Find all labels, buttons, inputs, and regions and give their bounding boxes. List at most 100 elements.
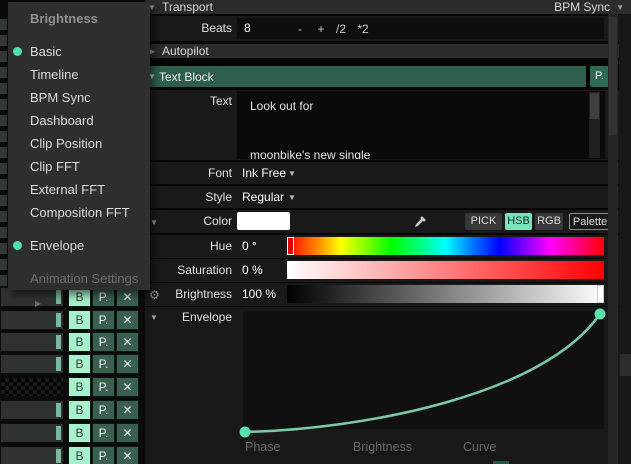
param-clear-button[interactable]: ✕ bbox=[116, 423, 139, 443]
color-row: ▼ Color PICK HSB RGB Palette bbox=[145, 210, 631, 233]
param-clear-button[interactable]: ✕ bbox=[116, 354, 139, 374]
beat-snap-button[interactable]: B bbox=[68, 354, 91, 374]
param-clear-button[interactable]: ✕ bbox=[116, 287, 139, 307]
background-row-strip bbox=[0, 67, 7, 78]
background-row-strip bbox=[0, 35, 7, 46]
brightness-slider[interactable] bbox=[287, 285, 604, 303]
param-slider-handle[interactable] bbox=[56, 335, 61, 349]
background-row-strip bbox=[0, 243, 7, 254]
hue-label: Hue bbox=[145, 235, 232, 258]
background-row-strip bbox=[0, 275, 7, 286]
param-clear-button[interactable]: ✕ bbox=[116, 377, 139, 397]
text-scrollbar-thumb[interactable] bbox=[590, 93, 599, 119]
submenu-arrow-icon: ▶ bbox=[35, 299, 41, 308]
menu-item-label: Dashboard bbox=[30, 113, 94, 128]
background-row-strip bbox=[0, 227, 7, 238]
param-clear-button[interactable]: ✕ bbox=[116, 400, 139, 420]
hue-slider-handle[interactable] bbox=[287, 237, 294, 255]
beat-snap-button[interactable]: B bbox=[68, 287, 91, 307]
param-slider-handle[interactable] bbox=[56, 357, 61, 371]
text-block-param-badge[interactable]: P. bbox=[590, 66, 609, 87]
param-value-slider[interactable] bbox=[0, 446, 64, 464]
beat-snap-button[interactable]: B bbox=[68, 446, 91, 464]
beat-snap-button[interactable]: B bbox=[68, 423, 91, 443]
color-swatch[interactable] bbox=[237, 212, 290, 230]
autopilot-header[interactable]: ▶ Autopilot bbox=[145, 44, 631, 58]
param-slider-handle[interactable] bbox=[56, 426, 61, 440]
param-value-slider[interactable] bbox=[0, 332, 64, 352]
color-mode-palette-button[interactable]: Palette bbox=[569, 213, 611, 230]
param-slider-handle[interactable] bbox=[56, 403, 61, 417]
param-value-slider[interactable] bbox=[0, 377, 64, 397]
beats-value-field[interactable]: 8 - + /2 *2 bbox=[237, 18, 604, 39]
brightness-slider-handle[interactable] bbox=[597, 285, 604, 303]
font-value[interactable]: Ink Free bbox=[242, 162, 286, 184]
param-clear-button[interactable]: ✕ bbox=[116, 310, 139, 330]
menu-item-composition-fft[interactable]: Composition FFT bbox=[8, 201, 150, 224]
menu-item-clip-position[interactable]: Clip Position bbox=[8, 132, 150, 155]
panel-scrollbar-thumb[interactable] bbox=[609, 17, 617, 135]
saturation-label: Saturation bbox=[145, 259, 232, 282]
color-mode-pick-button[interactable]: PICK bbox=[465, 213, 502, 230]
chevron-down-icon[interactable]: ▼ bbox=[288, 193, 296, 202]
param-value-slider[interactable] bbox=[0, 354, 64, 374]
param-animation-button[interactable]: P. bbox=[92, 354, 115, 374]
beat-snap-button[interactable]: B bbox=[68, 377, 91, 397]
text-scrollbar[interactable] bbox=[589, 92, 600, 158]
param-row: B P. ✕ bbox=[0, 400, 140, 420]
param-animation-button[interactable]: P. bbox=[92, 287, 115, 307]
context-menu-title: Brightness bbox=[8, 2, 150, 40]
sync-mode-value: BPM Sync bbox=[554, 0, 610, 14]
beat-snap-button[interactable]: B bbox=[68, 310, 91, 330]
text-block-header[interactable]: ▼ Text Block bbox=[145, 66, 586, 87]
transport-sync-dropdown[interactable]: BPM Sync ▼ bbox=[554, 0, 631, 14]
transport-header[interactable]: ▼ Transport BPM Sync ▼ bbox=[145, 0, 631, 14]
background-row-strip bbox=[0, 195, 7, 206]
menu-separator bbox=[8, 224, 150, 234]
beat-snap-button[interactable]: B bbox=[68, 332, 91, 352]
beats-half-button[interactable]: /2 bbox=[331, 18, 351, 39]
param-clear-button[interactable]: ✕ bbox=[116, 332, 139, 352]
style-value[interactable]: Regular bbox=[242, 186, 284, 208]
chevron-down-icon[interactable]: ▼ bbox=[288, 169, 296, 178]
menu-item-timeline[interactable]: Timeline bbox=[8, 63, 150, 86]
menu-item-clip-fft[interactable]: Clip FFT bbox=[8, 155, 150, 178]
menu-item-label: External FFT bbox=[30, 182, 105, 197]
beats-label: Beats bbox=[145, 16, 232, 41]
menu-item-envelope[interactable]: Envelope bbox=[8, 234, 150, 257]
saturation-slider-handle[interactable] bbox=[288, 261, 295, 279]
color-mode-hsb-button[interactable]: HSB bbox=[505, 213, 532, 230]
param-animation-button[interactable]: P. bbox=[92, 310, 115, 330]
beat-snap-button[interactable]: B bbox=[68, 400, 91, 420]
param-slider-handle[interactable] bbox=[56, 290, 61, 304]
text-input-area[interactable]: Look out for moonbike's new single bbox=[237, 91, 605, 159]
menu-item-dashboard[interactable]: Dashboard bbox=[8, 109, 150, 132]
param-value-slider[interactable] bbox=[0, 400, 64, 420]
param-value-slider[interactable] bbox=[0, 423, 64, 443]
param-animation-button[interactable]: P. bbox=[92, 400, 115, 420]
menu-item-basic[interactable]: Basic bbox=[8, 40, 150, 63]
param-animation-button[interactable]: P. bbox=[92, 423, 115, 443]
envelope-column-curve: Curve bbox=[463, 440, 496, 454]
envelope-point-end[interactable] bbox=[595, 309, 606, 320]
param-animation-button[interactable]: P. bbox=[92, 332, 115, 352]
param-animation-button[interactable]: P. bbox=[92, 446, 115, 464]
eyedropper-icon[interactable] bbox=[413, 214, 428, 232]
beats-decrease-button[interactable]: - bbox=[292, 18, 308, 39]
background-row-strip bbox=[0, 179, 7, 190]
envelope-point-start[interactable] bbox=[240, 427, 251, 438]
menu-item-external-fft[interactable]: External FFT bbox=[8, 178, 150, 201]
param-slider-handle[interactable] bbox=[56, 449, 61, 463]
color-mode-rgb-button[interactable]: RGB bbox=[535, 213, 563, 230]
panel-scrollbar[interactable] bbox=[608, 14, 618, 464]
menu-item-bpm-sync[interactable]: BPM Sync bbox=[8, 86, 150, 109]
hue-slider[interactable] bbox=[287, 237, 604, 255]
envelope-curve[interactable] bbox=[241, 308, 606, 438]
param-animation-button[interactable]: P. bbox=[92, 377, 115, 397]
saturation-value: 0 % bbox=[242, 259, 263, 282]
param-slider-handle[interactable] bbox=[56, 313, 61, 327]
beats-double-button[interactable]: *2 bbox=[353, 18, 373, 39]
param-clear-button[interactable]: ✕ bbox=[116, 446, 139, 464]
saturation-slider[interactable] bbox=[287, 261, 604, 279]
beats-increase-button[interactable]: + bbox=[313, 18, 329, 39]
